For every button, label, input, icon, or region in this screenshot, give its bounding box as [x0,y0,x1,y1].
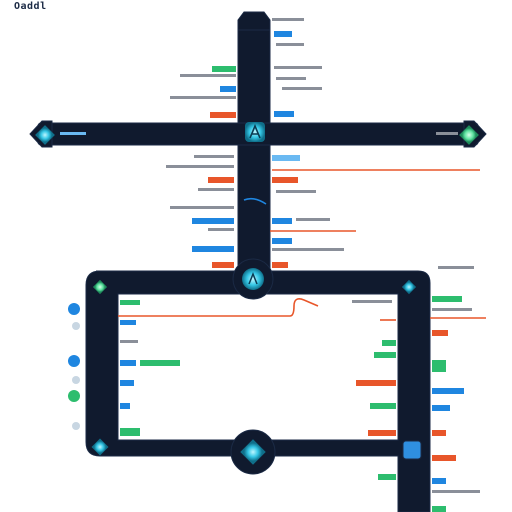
gray-pin [72,322,80,330]
trunk-vertical-lower [237,144,271,276]
pipeline-diagram [29,11,487,512]
blue-pin [68,355,80,367]
a-glyph-node [242,268,264,290]
chip-node [402,440,422,460]
gray-pin [72,376,80,384]
side-pins [68,303,80,430]
green-pin [68,390,80,402]
connector [118,298,319,317]
blue-pin [68,303,80,315]
gray-pin [72,422,80,430]
track-structure [29,11,487,512]
trunk-vertical-upper [237,29,271,135]
